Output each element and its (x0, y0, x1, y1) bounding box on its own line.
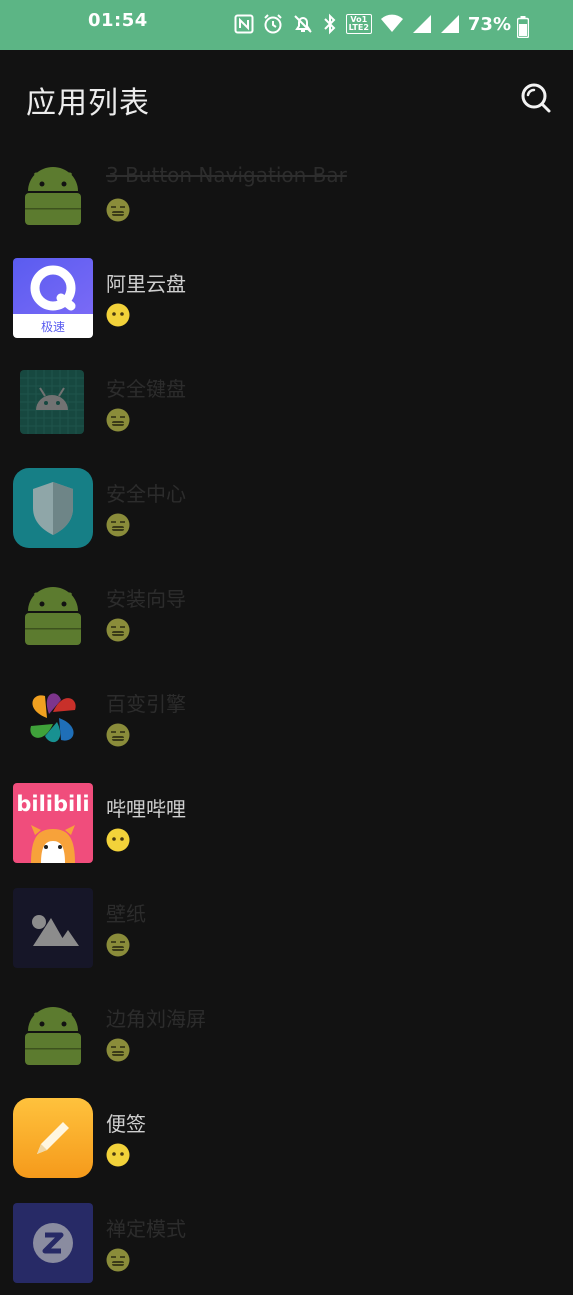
app-name: 安装向导 (106, 587, 186, 611)
aliyun-badge-text: 极速 (41, 320, 65, 334)
app-row-wallpaper[interactable]: 壁纸 (0, 875, 573, 980)
disabled-face-icon (106, 618, 130, 642)
disabled-face-icon (106, 513, 130, 537)
secure-keyboard-icon (20, 370, 84, 434)
app-name: 边角刘海屏 (106, 1007, 206, 1031)
color-swirl-icon (13, 678, 93, 758)
app-name: 便签 (106, 1112, 146, 1136)
app-name: 安全中心 (106, 482, 186, 506)
search-icon[interactable] (518, 80, 552, 114)
android-robot-icon (13, 993, 93, 1073)
app-name: 安全键盘 (106, 377, 186, 401)
bilibili-logo-text: bilibili (16, 792, 89, 816)
app-name: 哔哩哔哩 (106, 797, 186, 821)
app-row-secure-keyboard[interactable]: 安全键盘 (0, 350, 573, 455)
battery-percent: 73% (467, 13, 511, 35)
app-row-notes[interactable]: 便签 (0, 1085, 573, 1190)
app-row-theme-engine[interactable]: 百变引擎 (0, 665, 573, 770)
alarm-icon (262, 13, 284, 35)
neutral-face-icon (106, 1143, 130, 1167)
app-name: 禅定模式 (106, 1217, 186, 1241)
disabled-face-icon (106, 1038, 130, 1062)
app-row-security-center[interactable]: 安全中心 (0, 455, 573, 560)
signal-1-icon (412, 14, 432, 34)
disabled-face-icon (106, 1248, 130, 1272)
app-name: 百变引擎 (106, 692, 186, 716)
app-row-bilibili[interactable]: bilibili 哔哩哔哩 (0, 770, 573, 875)
android-robot-icon (13, 573, 93, 653)
battery-icon (517, 16, 529, 38)
app-name: 壁纸 (106, 902, 146, 926)
page-title: 应用列表 (26, 86, 150, 121)
app-row-aliyun-drive[interactable]: 极速 阿里云盘 (0, 245, 573, 350)
status-bar: 01:54 Vo1 LTE2 73% (0, 0, 573, 50)
notifications-off-icon (292, 13, 314, 35)
app-name: 3 Button Navigation Bar (106, 163, 347, 187)
disabled-face-icon (106, 933, 130, 957)
app-bar: 应用列表 (0, 50, 573, 145)
notes-pencil-icon (13, 1098, 93, 1178)
wifi-icon (380, 14, 404, 34)
status-icons: Vo1 LTE2 73% (234, 9, 511, 39)
status-time: 01:54 (88, 10, 148, 31)
nfc-icon (234, 14, 254, 34)
aliyun-drive-icon: 极速 (13, 258, 93, 338)
bilibili-icon: bilibili (13, 783, 93, 863)
disabled-face-icon (106, 723, 130, 747)
android-robot-icon (13, 153, 93, 233)
shield-icon (13, 468, 93, 548)
app-row-3-button-navigation-bar[interactable]: 3 Button Navigation Bar (0, 140, 573, 245)
app-row-notch-corners[interactable]: 边角刘海屏 (0, 980, 573, 1085)
app-row-setup-wizard[interactable]: 安装向导 (0, 560, 573, 665)
disabled-face-icon (106, 408, 130, 432)
neutral-face-icon (106, 303, 130, 327)
app-row-zen-mode[interactable]: 禅定模式 (0, 1190, 573, 1295)
neutral-face-icon (106, 828, 130, 852)
bluetooth-icon (322, 13, 338, 35)
lte-label: LTE2 (348, 23, 369, 32)
zen-mode-icon (13, 1203, 93, 1283)
disabled-face-icon (106, 198, 130, 222)
signal-2-icon (440, 14, 460, 34)
app-name: 阿里云盘 (106, 272, 186, 296)
mountain-image-icon (13, 888, 93, 968)
volte-lte-icon: Vo1 LTE2 (345, 14, 372, 34)
